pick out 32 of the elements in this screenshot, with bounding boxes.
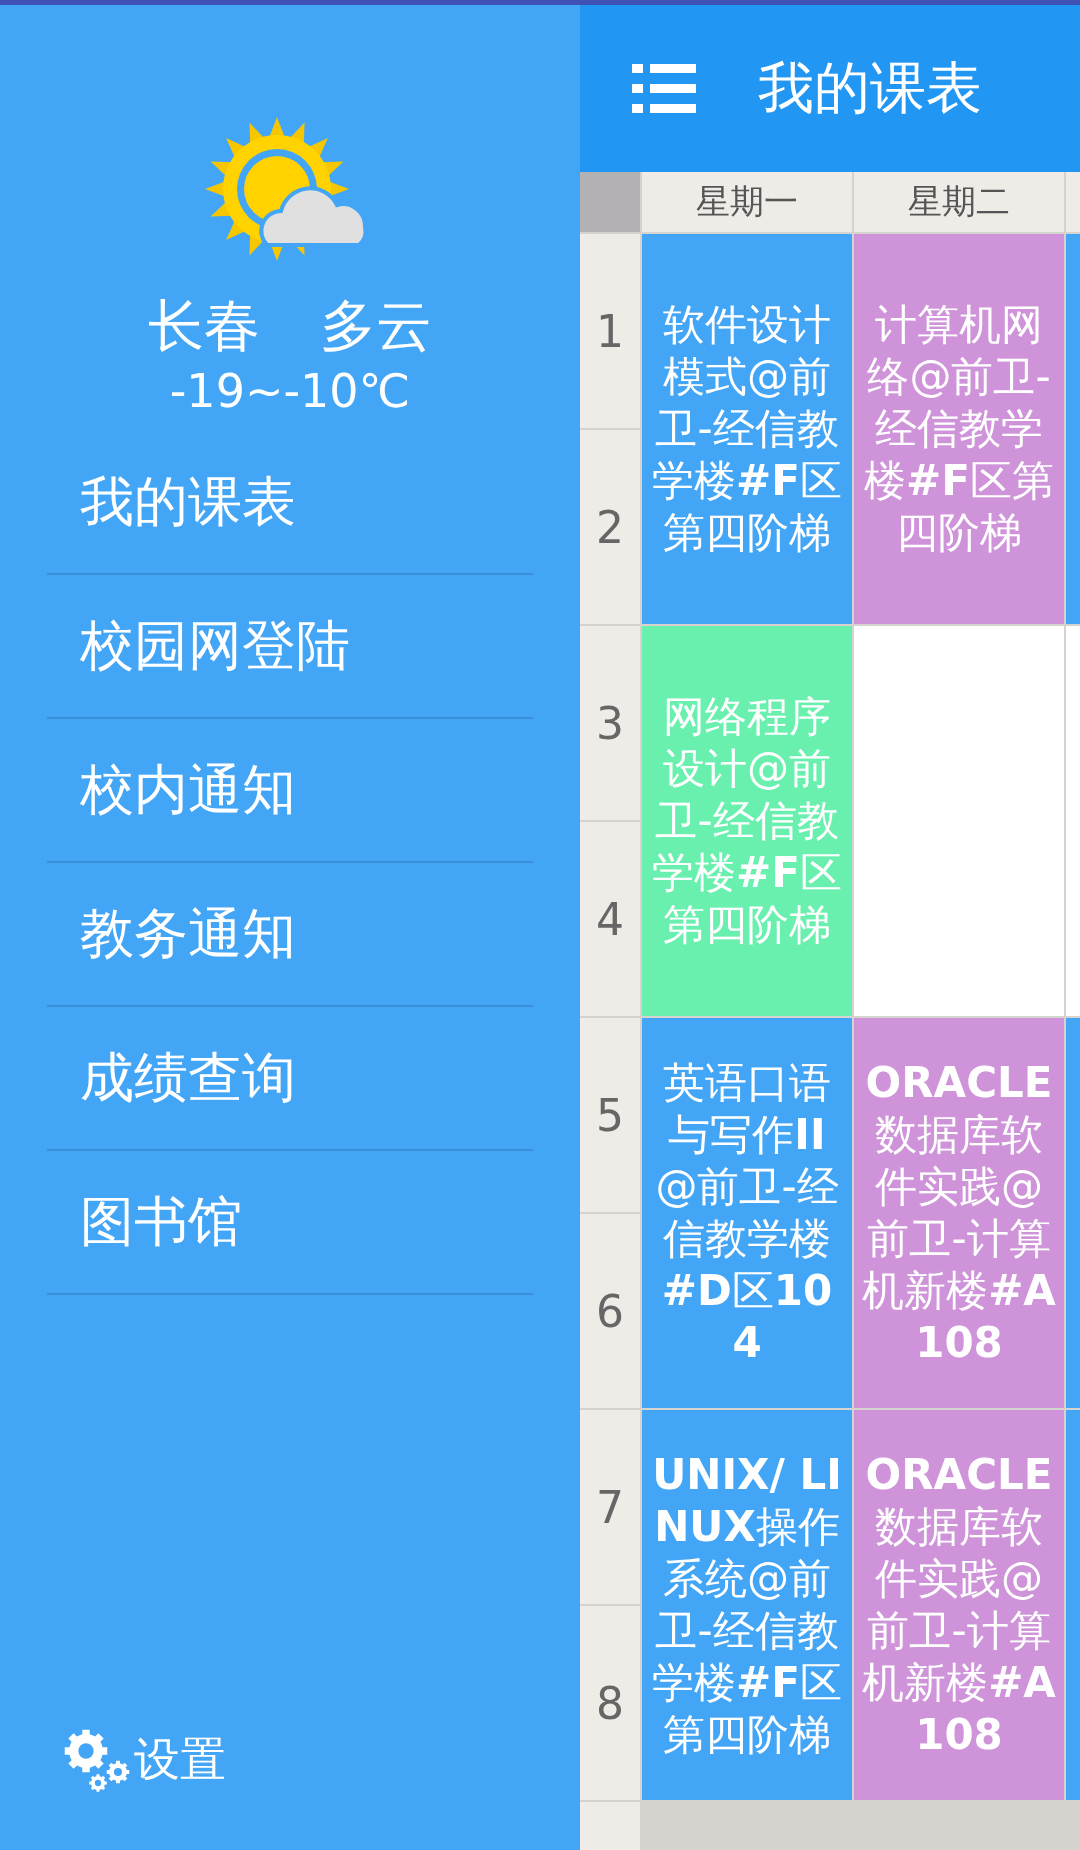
course-block[interactable]: ORACLE数据库软件实践@前卫-计算机新楼#A108 bbox=[854, 1410, 1064, 1800]
corner-cell bbox=[580, 172, 640, 232]
period-number: 5 bbox=[580, 1018, 640, 1212]
city-label: 长春 bbox=[148, 292, 260, 360]
course-block[interactable]: UNIX/ LINUX操作系统@前卫-经信教学楼#F区第四阶梯 bbox=[642, 1410, 852, 1800]
drawer-menu-item[interactable]: 校园网登陆 bbox=[47, 575, 533, 719]
period-number: 6 bbox=[580, 1214, 640, 1408]
course-block[interactable]: ORACLE数据库软件实践@前卫-计算机新楼#A108 bbox=[854, 1018, 1064, 1408]
menu-icon[interactable] bbox=[632, 63, 696, 114]
drawer-menu-item[interactable]: 我的课表 bbox=[47, 431, 533, 575]
period-number: 1 bbox=[580, 234, 640, 428]
day-header: 星期一 bbox=[642, 172, 852, 232]
drawer-menu-item[interactable]: 校内通知 bbox=[47, 719, 533, 863]
course-block[interactable]: 网络程序设计@前卫-经信教学楼#F区第四阶梯 bbox=[642, 626, 852, 1016]
course-block[interactable]: 软件设计模式@前卫-经信教学楼#F区第四阶梯 bbox=[642, 234, 852, 624]
day-header: 星期二 bbox=[854, 172, 1064, 232]
course-block[interactable]: 计算机网络@前卫-经信教学楼#F区第四阶梯 bbox=[854, 234, 1064, 624]
period-number: 4 bbox=[580, 822, 640, 1016]
period-number: 2 bbox=[580, 430, 640, 624]
period-number: 3 bbox=[580, 626, 640, 820]
settings-link[interactable]: 设置 bbox=[134, 1729, 226, 1791]
drawer-menu-item[interactable]: 教务通知 bbox=[47, 863, 533, 1007]
drawer-menu-item[interactable]: 图书馆 bbox=[47, 1151, 533, 1295]
drawer-menu-item[interactable]: 成绩查询 bbox=[47, 1007, 533, 1151]
period-number: 7 bbox=[580, 1410, 640, 1604]
temperature-range: -19~-10℃ bbox=[169, 363, 411, 420]
period-number: 8 bbox=[580, 1606, 640, 1800]
period-cell bbox=[580, 1802, 640, 1850]
course-block[interactable]: 英语口语与写作II@前卫-经信教学楼#D区104 bbox=[642, 1018, 852, 1408]
settings-icon bbox=[62, 1728, 130, 1792]
app-title: 我的课表 bbox=[758, 53, 982, 122]
weather-condition: 多云 bbox=[320, 292, 432, 360]
